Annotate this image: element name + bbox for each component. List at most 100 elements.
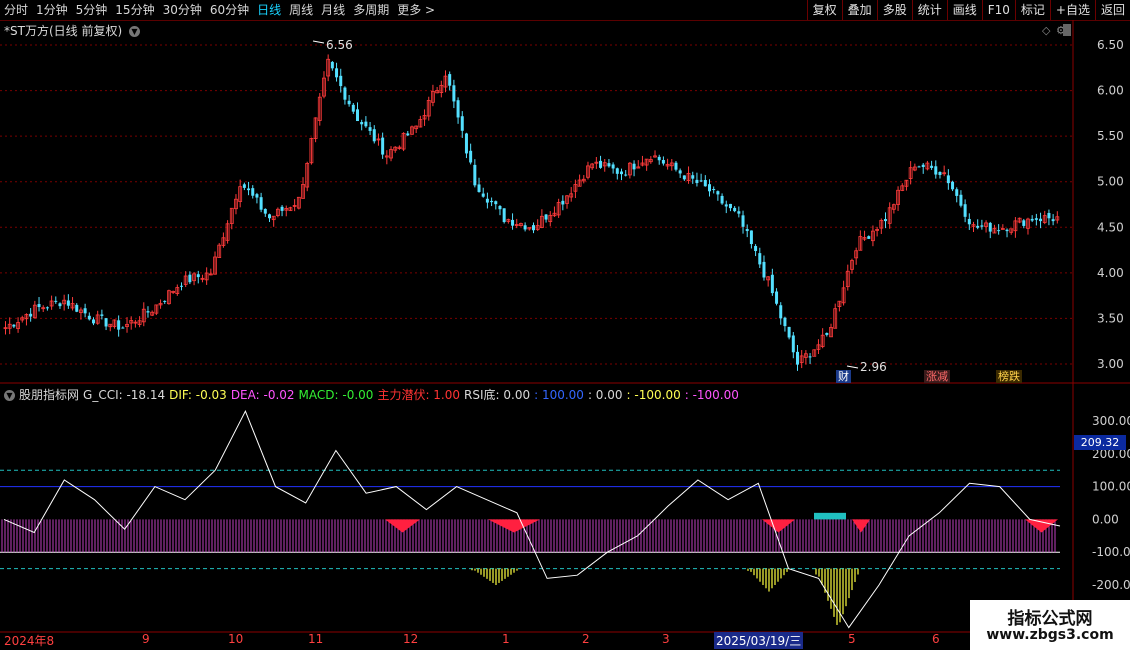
candle-body [783, 317, 787, 327]
candle-body [737, 211, 741, 214]
candle-body [75, 304, 79, 312]
candle-body [66, 300, 70, 306]
low-marker [846, 365, 859, 369]
candle-body [532, 225, 535, 231]
date-label: 11 [308, 632, 324, 646]
panel-toggle-icon[interactable] [1063, 24, 1071, 36]
candle-body [930, 165, 934, 168]
diamond-icon[interactable]: ◇ [1042, 24, 1051, 37]
macd-red-bar [385, 519, 420, 533]
candle-body [12, 324, 16, 327]
candle-body [121, 327, 125, 329]
candle-body [796, 351, 799, 365]
candle-body [360, 122, 364, 125]
date-label: 9 [142, 632, 150, 646]
highlight-date: 2025/03/19/三 [714, 632, 804, 649]
candle-body [196, 274, 200, 278]
high-price-label: 6.56 [326, 38, 353, 52]
candle-body [263, 208, 267, 214]
date-label: 3 [662, 632, 670, 646]
candle-body [448, 74, 452, 86]
candle-body [163, 300, 167, 302]
kline-chart[interactable]: 6.506.005.505.004.504.003.503.00300.0020… [0, 0, 1130, 650]
candle-body [741, 215, 745, 227]
candle-body [749, 230, 753, 245]
candle-body [92, 319, 95, 324]
candle-body [469, 150, 473, 163]
candle-body [770, 274, 774, 294]
event-tag-reduce[interactable]: 涨减 [924, 370, 950, 383]
candle-body [607, 163, 611, 167]
macd-value: MACD: -0.00 [298, 388, 374, 402]
candle-body [104, 318, 108, 327]
candle-body [959, 194, 963, 206]
candle-body [624, 174, 628, 176]
candle-body [37, 304, 41, 308]
candle-body [381, 137, 385, 155]
candle-body [720, 195, 724, 204]
date-label: 5 [848, 632, 856, 646]
candle-body [678, 170, 682, 174]
candle-body [712, 189, 716, 191]
v3-value: : -100.00 [626, 388, 681, 402]
candle-body [481, 193, 485, 197]
date-label: 2024年8 [4, 634, 55, 648]
indicator-tick-label: 0.00 [1092, 512, 1119, 526]
candle-body [762, 261, 766, 278]
candle-body [716, 191, 720, 195]
date-label: 10 [228, 632, 244, 646]
candle-body [330, 61, 334, 69]
candle-body [45, 307, 49, 309]
candle-body [976, 225, 980, 228]
candle-body [1005, 229, 1009, 232]
candle-body [691, 175, 695, 179]
candle-body [511, 219, 515, 226]
event-tag-financial[interactable]: 财 [836, 370, 851, 383]
indicator-tick-label: 300.00 [1092, 414, 1130, 428]
candle-body [339, 75, 343, 87]
candle-body [561, 200, 565, 205]
candle-body [242, 184, 246, 188]
candle-body [695, 179, 699, 184]
candle-body [456, 100, 460, 118]
price-tick-label: 5.50 [1097, 129, 1124, 143]
event-tag-rank[interactable]: 榜跌 [996, 370, 1022, 383]
indicator-tick-label: -200.00 [1092, 578, 1130, 592]
date-label: 1 [502, 632, 510, 646]
candle-body [884, 219, 887, 222]
candle-body [251, 188, 255, 196]
candle-body [502, 208, 506, 223]
candle-body [268, 214, 271, 219]
candle-body [280, 206, 284, 211]
candle-body [544, 214, 548, 220]
current-value-box: 209.32 [1074, 435, 1126, 450]
candle-body [745, 229, 749, 232]
candle-body [351, 104, 355, 112]
candle-body [934, 166, 938, 175]
candle-body [754, 246, 758, 252]
low-price-label: 2.96 [860, 360, 887, 374]
candle-body [946, 175, 950, 184]
candle-body [620, 171, 623, 175]
candle-body [708, 184, 711, 192]
candle-body [682, 175, 686, 180]
indicator-tick-label: 100.00 [1092, 480, 1130, 494]
candle-body [490, 200, 494, 203]
price-tick-label: 6.00 [1097, 84, 1124, 98]
candle-body [997, 230, 1001, 232]
dea-value: DEA: -0.02 [230, 388, 295, 402]
macd-red-bar [488, 519, 540, 533]
candle-body [787, 326, 791, 338]
candle-body [347, 100, 351, 105]
date-label: 2 [582, 632, 590, 646]
indicator-tick-label: -100.00 [1092, 545, 1130, 559]
date-label: 6 [932, 632, 940, 646]
candle-body [54, 300, 58, 302]
candle-body [255, 194, 259, 198]
candle-body [808, 356, 812, 358]
candle-body [724, 204, 728, 207]
candle-body [599, 160, 603, 168]
chevron-down-icon[interactable]: ▼ [4, 390, 15, 401]
candle-body [758, 253, 762, 265]
candle-body [733, 207, 737, 212]
